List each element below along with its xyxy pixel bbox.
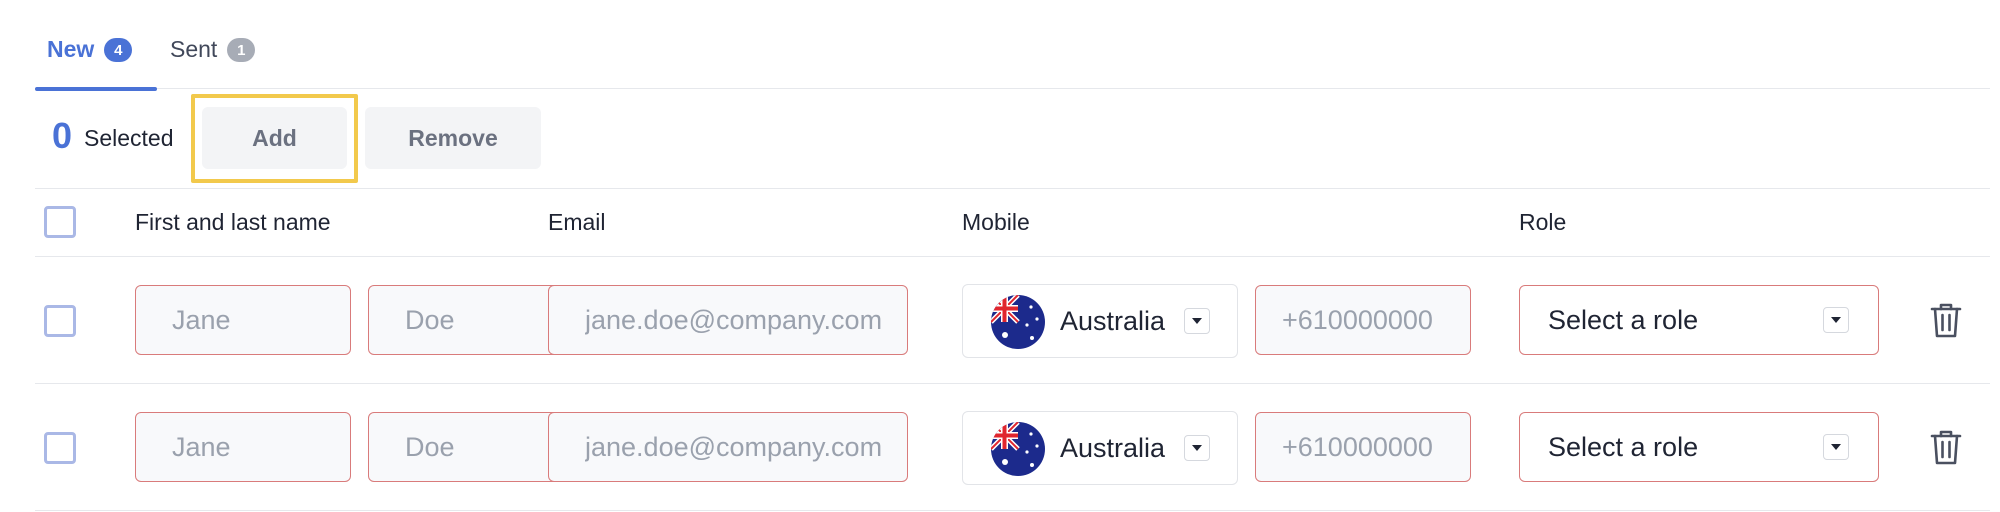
- tab-new[interactable]: New 4: [35, 36, 157, 91]
- australia-flag-icon: [991, 422, 1045, 476]
- phone-input[interactable]: [1255, 285, 1471, 355]
- header-role: Role: [1519, 209, 1567, 235]
- australia-flag-icon: [991, 295, 1045, 349]
- role-select-value: Select a role: [1548, 432, 1699, 462]
- chevron-down-icon: [1184, 435, 1210, 461]
- first-name-input[interactable]: [135, 412, 351, 482]
- table-row: Australia Select a role: [35, 257, 1990, 384]
- add-button[interactable]: Add: [202, 107, 347, 169]
- selected-label: Selected: [84, 125, 174, 151]
- phone-input[interactable]: [1255, 412, 1471, 482]
- country-select[interactable]: Australia: [962, 284, 1238, 358]
- email-input[interactable]: [548, 285, 908, 355]
- select-all-checkbox[interactable]: [44, 206, 76, 238]
- selection-toolbar: 0 Selected Add Remove: [35, 89, 1990, 189]
- tab-sent[interactable]: Sent 1: [170, 36, 256, 89]
- tab-sent-count-badge: 1: [227, 38, 256, 62]
- role-select[interactable]: Select a role: [1519, 412, 1879, 482]
- tab-sent-label: Sent: [170, 36, 218, 62]
- country-name: Australia: [1060, 306, 1166, 336]
- row-checkbox[interactable]: [44, 305, 76, 337]
- header-name: First and last name: [135, 209, 331, 235]
- chevron-down-icon: [1184, 308, 1210, 334]
- first-name-input[interactable]: [135, 285, 351, 355]
- trash-icon[interactable]: [1929, 301, 1963, 339]
- selected-count: 0: [52, 115, 73, 156]
- tab-new-count-badge: 4: [104, 38, 133, 62]
- email-input[interactable]: [548, 412, 908, 482]
- table-row: Australia Select a role: [35, 384, 1990, 511]
- country-name: Australia: [1060, 433, 1166, 463]
- country-select[interactable]: Australia: [962, 411, 1238, 485]
- tab-bar: New 4 Sent 1: [35, 0, 1990, 91]
- role-select[interactable]: Select a role: [1519, 285, 1879, 355]
- role-select-value: Select a role: [1548, 305, 1699, 335]
- chevron-down-icon: [1823, 434, 1849, 460]
- tab-new-label: New: [47, 36, 95, 62]
- chevron-down-icon: [1823, 307, 1849, 333]
- trash-icon[interactable]: [1929, 428, 1963, 466]
- header-mobile: Mobile: [962, 209, 1030, 235]
- row-checkbox[interactable]: [44, 432, 76, 464]
- table-header: First and last name Email Mobile Role: [35, 189, 1990, 257]
- header-email: Email: [548, 209, 606, 235]
- remove-button[interactable]: Remove: [365, 107, 541, 169]
- invite-users-page: New 4 Sent 1 0 Selected Add Remove First…: [0, 0, 2000, 512]
